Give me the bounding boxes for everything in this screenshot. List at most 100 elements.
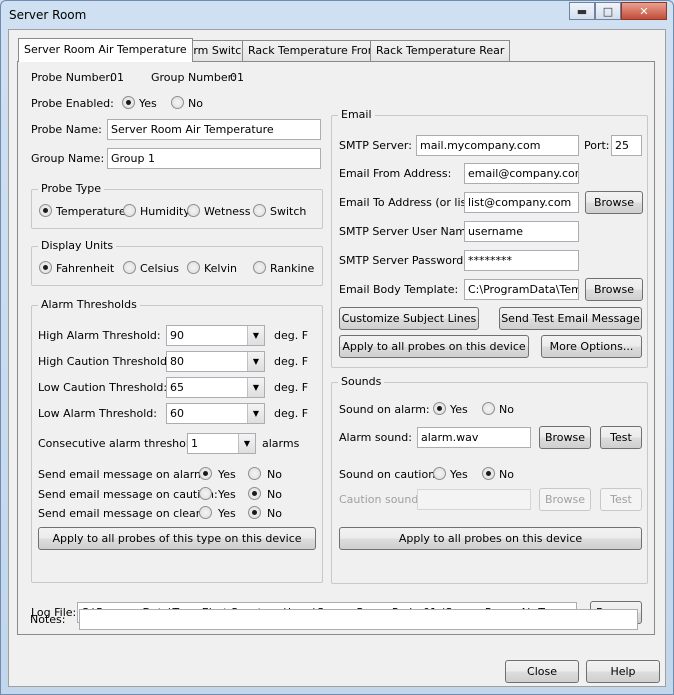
close-button[interactable]: Close	[505, 660, 579, 683]
probe-type-temperature-radio[interactable]	[39, 204, 52, 217]
minimize-button[interactable]: ▬	[569, 2, 595, 20]
low-alarm-threshold-value: 60	[170, 407, 184, 420]
apply-sounds-all-probes-button[interactable]: Apply to all probes on this device	[339, 527, 642, 550]
high-alarm-threshold-unit: deg. F	[274, 329, 309, 342]
email-on-alarm-yes-radio[interactable]	[199, 467, 212, 480]
close-window-button[interactable]: ✕	[621, 2, 667, 20]
units-kelvin-label: Kelvin	[204, 262, 238, 275]
probe-enabled-no-radio[interactable]	[171, 96, 184, 109]
low-caution-threshold-value: 65	[170, 381, 184, 394]
title-bar[interactable]: Server Room ▬ □ ✕	[1, 1, 673, 29]
email-template-browse-button[interactable]: Browse	[585, 278, 643, 301]
smtp-password-label: SMTP Server Password:	[339, 254, 467, 267]
low-alarm-threshold-unit: deg. F	[274, 407, 309, 420]
caution-sound-browse-button[interactable]: Browse	[539, 488, 591, 511]
maximize-button[interactable]: □	[595, 2, 621, 20]
units-rankine-radio[interactable]	[253, 261, 266, 274]
probe-type-temperature-label: Temperature	[56, 205, 126, 218]
high-caution-threshold-select[interactable]: 80 ▼	[166, 351, 265, 372]
alarm-sound-label: Alarm sound:	[339, 431, 412, 444]
sound-on-caution-label: Sound on caution:	[339, 468, 439, 481]
consecutive-threshold-unit: alarms	[262, 437, 300, 450]
high-caution-threshold-value: 80	[170, 355, 184, 368]
smtp-server-label: SMTP Server:	[339, 139, 412, 152]
more-options-button[interactable]: More Options...	[541, 335, 642, 358]
apply-thresholds-type-button[interactable]: Apply to all probes of this type on this…	[38, 527, 316, 550]
smtp-user-label: SMTP Server User Name:	[339, 225, 477, 238]
low-alarm-threshold-select[interactable]: 60 ▼	[166, 403, 265, 424]
tab-server-room-air-temperature[interactable]: Server Room Air Temperature	[18, 38, 193, 62]
sound-on-caution-yes-label: Yes	[450, 468, 468, 481]
sound-on-alarm-no-label: No	[499, 403, 514, 416]
group-number-value: 01	[230, 71, 244, 84]
probe-enabled-yes-label: Yes	[139, 97, 157, 110]
chevron-down-icon: ▼	[247, 378, 264, 397]
email-on-alarm-no-radio[interactable]	[248, 467, 261, 480]
probe-type-humidity-radio[interactable]	[123, 204, 136, 217]
email-on-clear-label: Send email message on clear:	[38, 507, 204, 520]
units-celsius-label: Celsius	[140, 262, 179, 275]
tab-rack-temperature-front[interactable]: Rack Temperature Front	[242, 40, 386, 61]
units-kelvin-radio[interactable]	[187, 261, 200, 274]
email-on-caution-yes-radio[interactable]	[199, 487, 212, 500]
email-from-input[interactable]: email@company.com	[464, 163, 579, 184]
email-group: Email SMTP Server: mail.mycompany.com Po…	[331, 108, 648, 368]
group-name-input[interactable]: Group 1	[107, 148, 321, 169]
sounds-group: Sounds Sound on alarm: Yes No Alarm soun…	[331, 375, 648, 584]
email-on-caution-no-label: No	[267, 488, 282, 501]
email-to-browse-button[interactable]: Browse	[585, 191, 643, 214]
sound-on-caution-yes-radio[interactable]	[433, 467, 446, 480]
consecutive-threshold-value: 1	[191, 437, 198, 450]
smtp-server-input[interactable]: mail.mycompany.com	[416, 135, 579, 156]
units-rankine-label: Rankine	[270, 262, 315, 275]
caution-sound-label: Caution sound:	[339, 493, 423, 506]
alarm-sound-input[interactable]: alarm.wav	[417, 427, 531, 448]
help-button[interactable]: Help	[586, 660, 660, 683]
email-on-caution-no-radio[interactable]	[248, 487, 261, 500]
email-on-caution-yes-label: Yes	[218, 488, 236, 501]
sound-on-caution-no-label: No	[499, 468, 514, 481]
email-on-alarm-no-label: No	[267, 468, 282, 481]
window-title: Server Room	[9, 8, 87, 22]
consecutive-threshold-select[interactable]: 1 ▼	[187, 433, 256, 454]
sound-on-alarm-yes-radio[interactable]	[433, 402, 446, 415]
high-alarm-threshold-select[interactable]: 90 ▼	[166, 325, 265, 346]
alarm-sound-browse-button[interactable]: Browse	[539, 426, 591, 449]
caution-sound-input[interactable]	[417, 489, 531, 510]
port-input[interactable]: 25	[611, 135, 642, 156]
email-on-clear-yes-radio[interactable]	[199, 506, 212, 519]
email-template-input[interactable]: C:\ProgramData\Temp	[464, 279, 579, 300]
probe-type-humidity-label: Humidity	[140, 205, 190, 218]
email-on-clear-yes-label: Yes	[218, 507, 236, 520]
probe-number-label: Probe Number:	[31, 71, 114, 84]
probe-enabled-label: Probe Enabled:	[31, 97, 114, 110]
units-celsius-radio[interactable]	[123, 261, 136, 274]
notes-input[interactable]	[79, 609, 638, 630]
email-on-clear-no-radio[interactable]	[248, 506, 261, 519]
probe-type-group: Probe Type Temperature Humidity Wetness …	[31, 182, 323, 229]
sound-on-caution-no-radio[interactable]	[482, 467, 495, 480]
alarm-sound-test-button[interactable]: Test	[600, 426, 642, 449]
email-template-label: Email Body Template:	[339, 283, 459, 296]
email-to-input[interactable]: list@company.com	[464, 192, 579, 213]
sounds-legend: Sounds	[338, 375, 385, 388]
probe-type-wetness-radio[interactable]	[187, 204, 200, 217]
units-fahrenheit-radio[interactable]	[39, 261, 52, 274]
dialog-client: Server Room Air Temperature Alarm Switch…	[8, 29, 666, 687]
apply-email-all-probes-button[interactable]: Apply to all probes on this device	[339, 335, 529, 358]
smtp-password-input[interactable]: ********	[464, 250, 579, 271]
send-test-email-button[interactable]: Send Test Email Message	[499, 307, 642, 330]
probe-type-switch-radio[interactable]	[253, 204, 266, 217]
probe-type-wetness-label: Wetness	[204, 205, 251, 218]
smtp-user-input[interactable]: username	[464, 221, 579, 242]
email-legend: Email	[338, 108, 375, 121]
probe-name-input[interactable]: Server Room Air Temperature	[107, 119, 321, 140]
probe-enabled-yes-radio[interactable]	[122, 96, 135, 109]
low-caution-threshold-select[interactable]: 65 ▼	[166, 377, 265, 398]
tab-rack-temperature-rear[interactable]: Rack Temperature Rear	[370, 40, 511, 61]
caution-sound-test-button[interactable]: Test	[600, 488, 642, 511]
sound-on-alarm-no-radio[interactable]	[482, 402, 495, 415]
port-label: Port:	[584, 139, 610, 152]
customize-subject-lines-button[interactable]: Customize Subject Lines	[339, 307, 479, 330]
high-caution-threshold-label: High Caution Threshold:	[38, 355, 171, 368]
